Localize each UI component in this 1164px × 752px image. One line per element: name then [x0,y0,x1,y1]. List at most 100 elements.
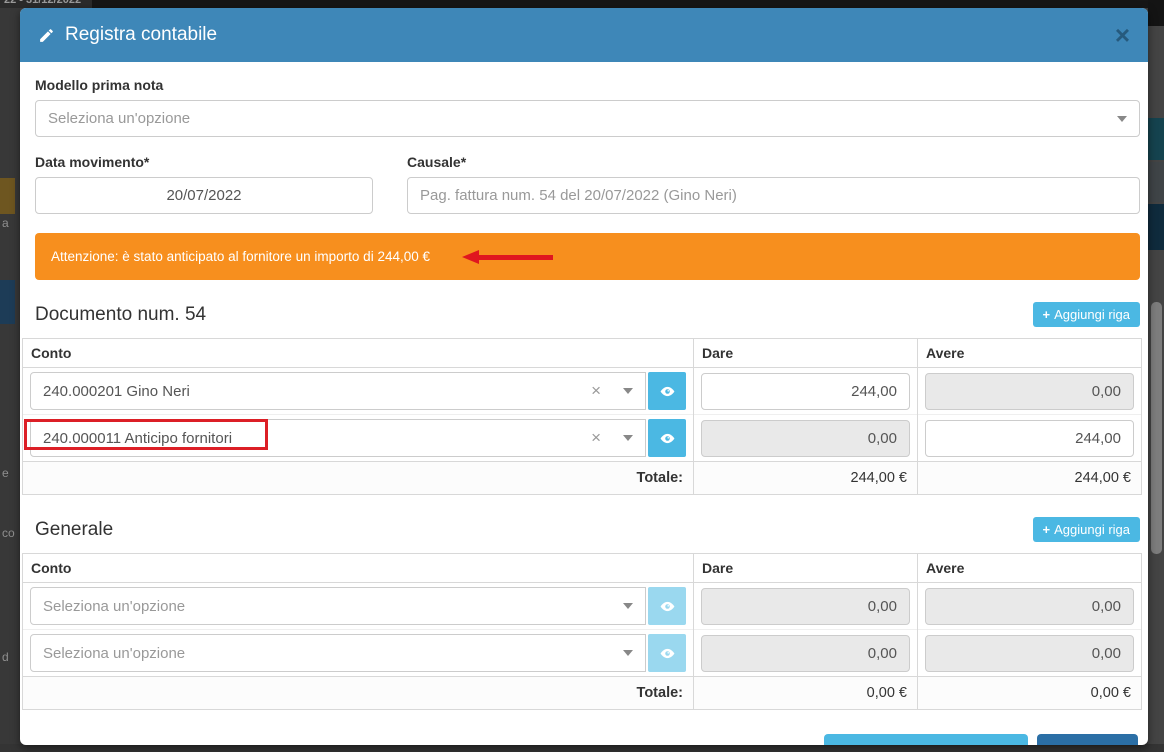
eye-icon [659,383,676,400]
clear-icon[interactable]: × [591,428,601,448]
generale-totale-row: Totale: 0,00 € 0,00 € [23,677,1142,710]
warning-text: Attenzione: è stato anticipato al fornit… [51,249,430,264]
documento-row2-dare-input [701,420,910,457]
documento-row1-dare-input[interactable] [701,373,910,410]
add-row-label: Aggiungi riga [1054,307,1130,322]
generale-row2-eye-button[interactable] [648,634,686,672]
documento-totale-dare: 244,00 € [694,462,918,495]
generale-row2-avere-input [925,635,1134,672]
background-orange-block [0,178,15,214]
documento-table: Conto Dare Avere 240.000201 Gino Neri × [22,338,1142,495]
page-scrollbar-thumb[interactable] [1151,302,1162,554]
chevron-down-icon [623,603,633,609]
causale-input[interactable] [407,177,1140,214]
chevron-down-icon [1117,116,1127,122]
generale-row2-conto-select[interactable]: Seleziona un'opzione [30,634,646,672]
plus-icon: + [1052,743,1061,745]
conto-placeholder: Seleziona un'opzione [43,645,623,662]
documento-row2-avere-input[interactable] [925,420,1134,457]
documento-row2-eye-button[interactable] [648,419,686,457]
generale-col-conto: Conto [23,554,694,583]
documento-row1-avere-input [925,373,1134,410]
conto-value: 240.000201 Gino Neri [43,383,591,400]
modello-select-placeholder: Seleziona un'opzione [48,110,1117,127]
plus-icon: + [1043,307,1051,322]
documento-col-conto: Conto [23,339,694,368]
totale-label: Totale: [23,677,694,710]
background-page-bottom [0,744,1164,752]
chevron-down-icon [623,435,633,441]
eye-icon [659,645,676,662]
documento-col-avere: Avere [918,339,1142,368]
documento-row1-conto-select[interactable]: 240.000201 Gino Neri × [30,372,646,410]
generale-row1-eye-button[interactable] [648,587,686,625]
generale-section-title: Generale [35,519,113,541]
eye-icon [659,430,676,447]
anticipo-warning-banner: Attenzione: è stato anticipato al fornit… [35,233,1140,280]
documento-totale-row: Totale: 244,00 € 244,00 € [23,462,1142,495]
add-row-label: Aggiungi riga [1054,522,1130,537]
generale-row1-avere-input [925,588,1134,625]
background-page-left: a e co d [0,8,20,744]
generale-col-dare: Dare [694,554,918,583]
documento-row-2: 240.000011 Anticipo fornitori × [23,415,1142,462]
aggiungi-e-crea-modello-button[interactable]: + Aggiungi e crea modello [824,734,1028,745]
modal-title: Registra contabile [38,24,217,46]
documento-row-1: 240.000201 Gino Neri × [23,368,1142,415]
aggiungi-button[interactable]: + Aggiungi [1037,734,1138,745]
generale-row-2: Seleziona un'opzione [23,630,1142,677]
chevron-down-icon [623,650,633,656]
generale-add-row-button[interactable]: +Aggiungi riga [1033,517,1140,542]
generale-totale-dare: 0,00 € [694,677,918,710]
eye-icon [659,598,676,615]
background-page-top: 22 - 31/12/2022 [0,0,1164,8]
generale-table: Conto Dare Avere Seleziona un'opzione [22,553,1142,710]
modal-header: Registra contabile × [20,8,1148,62]
button-label: Aggiungi e crea modello [852,743,1013,745]
data-movimento-input[interactable] [35,177,373,214]
plus-icon: + [839,743,848,745]
background-right-top [1148,0,1164,26]
background-letter: co [2,526,15,540]
generale-row-1: Seleziona un'opzione [23,583,1142,630]
generale-totale-avere: 0,00 € [918,677,1142,710]
generale-row1-dare-input [701,588,910,625]
modal-title-text: Registra contabile [65,24,217,46]
causale-label: Causale* [407,154,1140,170]
conto-placeholder: Seleziona un'opzione [43,598,623,615]
data-movimento-label: Data movimento* [35,154,373,170]
generale-row1-conto-select[interactable]: Seleziona un'opzione [30,587,646,625]
chevron-down-icon [623,388,633,394]
background-darknavy-block [1148,204,1164,250]
generale-row2-dare-input [701,635,910,672]
arrow-tail [479,255,553,260]
background-date-range: 22 - 31/12/2022 [4,0,81,6]
clear-icon[interactable]: × [591,381,601,401]
background-navy-block [0,280,15,324]
plus-icon: + [1043,522,1051,537]
background-page-right [1148,0,1164,752]
registra-contabile-modal: Registra contabile × Modello prima nota … [20,8,1148,745]
close-icon[interactable]: × [1115,22,1130,48]
arrow-head [462,250,479,264]
modello-prima-nota-label: Modello prima nota [35,77,1140,93]
red-arrow-annotation [462,250,553,264]
background-letter: a [2,216,9,230]
button-label: Aggiungi [1065,743,1123,745]
documento-row2-conto-select[interactable]: 240.000011 Anticipo fornitori × [30,419,646,457]
generale-col-avere: Avere [918,554,1142,583]
modal-body: Modello prima nota Seleziona un'opzione … [20,62,1148,745]
background-gray-block [1148,162,1164,202]
modello-prima-nota-select[interactable]: Seleziona un'opzione [35,100,1140,137]
conto-value: 240.000011 Anticipo fornitori [43,430,591,447]
background-letter: e [2,466,9,480]
documento-row1-eye-button[interactable] [648,372,686,410]
background-letter: d [2,650,9,664]
modal-footer: + Aggiungi e crea modello + Aggiungi [35,734,1140,745]
totale-label: Totale: [23,462,694,495]
documento-totale-avere: 244,00 € [918,462,1142,495]
pencil-icon [38,27,55,44]
documento-col-dare: Dare [694,339,918,368]
background-teal-block [1148,118,1164,160]
documento-add-row-button[interactable]: +Aggiungi riga [1033,302,1140,327]
